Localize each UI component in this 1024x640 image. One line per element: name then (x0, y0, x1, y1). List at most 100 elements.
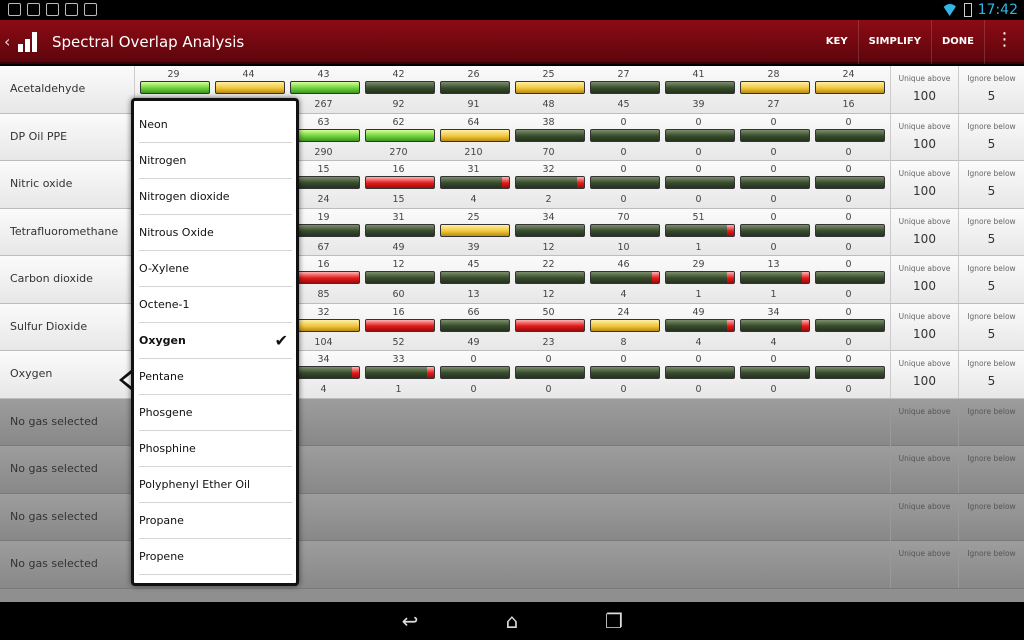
unique-above-field[interactable]: Unique above 100 (890, 256, 958, 303)
overlap-top-value: 0 (770, 211, 777, 223)
unique-above-field[interactable]: Unique above 100 (890, 351, 958, 398)
ignore-below-field[interactable]: Ignore below 5 (958, 256, 1024, 303)
unique-above-field[interactable]: Unique above 100 (890, 303, 958, 351)
ignore-below-field[interactable]: Ignore below 5 (958, 113, 1024, 161)
overlap-bar (590, 128, 660, 142)
overlap-bottom-value: 1 (770, 289, 777, 300)
gas-option[interactable]: Pentane (139, 359, 292, 395)
overlap-bar (440, 271, 510, 284)
key-button[interactable]: KEY (816, 20, 858, 64)
gas-name-label[interactable]: No gas selected (10, 510, 98, 523)
unique-above-label: Unique above (898, 121, 951, 131)
unique-above-field[interactable]: Unique above (890, 398, 958, 446)
overlap-bottom-value: 0 (845, 241, 852, 253)
ignore-below-field[interactable]: Ignore below 5 (958, 351, 1024, 398)
gas-name-label[interactable]: No gas selected (10, 415, 98, 428)
gas-option[interactable]: O-Xylene (139, 251, 292, 287)
gas-option[interactable]: Nitrogen (139, 143, 292, 179)
unique-above-field[interactable]: Unique above 100 (890, 208, 958, 256)
simplify-button[interactable]: SIMPLIFY (857, 20, 931, 64)
gas-name-label[interactable]: Nitric oxide (10, 177, 72, 190)
unique-above-value: 100 (913, 279, 936, 293)
wifi-icon (941, 4, 958, 16)
image-icon (27, 3, 40, 16)
overlap-bar (590, 81, 660, 94)
gas-option[interactable]: Phosphine (139, 431, 292, 467)
overlap-top-value: 70 (617, 211, 630, 223)
overlap-bottom-value: 39 (692, 99, 705, 110)
gas-option[interactable]: Polyphenyl Ether Oil (139, 467, 292, 503)
recent-apps-icon[interactable]: ❐ (599, 610, 629, 632)
ignore-below-field[interactable]: Ignore below (958, 446, 1024, 493)
overlap-bottom-value: 15 (392, 194, 405, 205)
overlap-cell: 00 (661, 114, 736, 161)
overlap-cell: 25 48 (511, 66, 586, 113)
gas-name-label[interactable]: Oxygen (10, 367, 52, 380)
gas-option[interactable]: Nitrous Oxide (139, 215, 292, 251)
gas-name-label[interactable]: No gas selected (10, 462, 98, 475)
navigation-bar: ↩ ⌂ ❐ (0, 602, 1024, 640)
overlap-top-value: 0 (620, 116, 627, 128)
ignore-below-field[interactable]: Ignore below (958, 493, 1024, 541)
overlap-bar (365, 81, 435, 94)
gas-name-label[interactable]: DP Oil PPE (10, 130, 67, 143)
gas-option[interactable]: Octene-1 (139, 287, 292, 323)
unique-above-field[interactable]: Unique above 100 (890, 66, 958, 113)
overlap-bottom-value: 8 (620, 336, 627, 348)
gas-option[interactable]: Neon (139, 107, 292, 143)
gas-option[interactable]: Phosgene (139, 395, 292, 431)
gas-option[interactable]: Propene (139, 539, 292, 575)
done-button[interactable]: DONE (930, 20, 984, 64)
overlap-top-value: 0 (845, 306, 852, 318)
unique-above-value: 100 (913, 231, 936, 246)
overlap-bottom-value: 0 (695, 194, 702, 205)
unique-above-label: Unique above (898, 454, 951, 463)
overlap-bar (815, 366, 885, 379)
overlap-bottom-value: 1 (695, 289, 702, 300)
notification-icons (8, 3, 97, 16)
home-icon[interactable]: ⌂ (497, 610, 527, 632)
overlap-bar (365, 223, 435, 237)
unique-above-field[interactable]: Unique above (890, 541, 958, 588)
unique-above-field[interactable]: Unique above (890, 446, 958, 493)
gas-name-label[interactable]: Carbon dioxide (10, 272, 93, 285)
ignore-below-field[interactable]: Ignore below 5 (958, 208, 1024, 256)
gas-name-label[interactable]: Tetrafluoromethane (10, 225, 118, 238)
gas-option-label: Neon (139, 118, 168, 131)
overlap-bar (590, 318, 660, 332)
ignore-below-value: 5 (987, 89, 996, 103)
ignore-below-field[interactable]: Ignore below (958, 398, 1024, 446)
app-logo-icon[interactable] (18, 32, 40, 52)
gas-name-label[interactable]: Sulfur Dioxide (10, 320, 87, 333)
overlap-cell: 22 12 (511, 256, 586, 303)
unique-above-field[interactable]: Unique above (890, 493, 958, 541)
overflow-menu-icon[interactable]: ⋮ (984, 20, 1024, 64)
overlap-cell: 38 70 (511, 114, 586, 161)
overlap-bottom-value: 49 (467, 336, 480, 348)
ignore-below-field[interactable]: Ignore below 5 (958, 303, 1024, 351)
overlap-top-value: 62 (392, 116, 405, 128)
overlap-top-value: 0 (770, 164, 777, 175)
ignore-below-field[interactable]: Ignore below (958, 541, 1024, 588)
download-icon (8, 3, 21, 16)
unique-above-field[interactable]: Unique above 100 (890, 113, 958, 161)
overlap-top-value: 38 (542, 116, 555, 128)
overlap-bottom-value: 70 (542, 146, 555, 158)
unique-above-label: Unique above (898, 359, 951, 368)
gas-option[interactable]: Oxygen ✔ (139, 323, 292, 359)
unique-above-field[interactable]: Unique above 100 (890, 161, 958, 208)
gas-name-label[interactable]: Acetaldehyde (10, 82, 85, 95)
overlap-top-value: 29 (692, 259, 705, 270)
ignore-below-field[interactable]: Ignore below 5 (958, 161, 1024, 208)
gas-name-label[interactable]: No gas selected (10, 557, 98, 570)
gas-option[interactable]: Nitrogen dioxide (139, 179, 292, 215)
ignore-below-field[interactable]: Ignore below 5 (958, 66, 1024, 113)
back-icon[interactable]: ↩ (395, 610, 425, 632)
back-chevron-icon[interactable]: ‹ (4, 32, 10, 51)
overlap-bar (440, 366, 510, 379)
overlap-top-value: 0 (770, 116, 777, 128)
overlap-top-value: 0 (845, 164, 852, 175)
gas-option[interactable]: Propane (139, 503, 292, 539)
overlap-top-value: 0 (845, 259, 852, 270)
gas-option-label: Phosphine (139, 442, 196, 455)
